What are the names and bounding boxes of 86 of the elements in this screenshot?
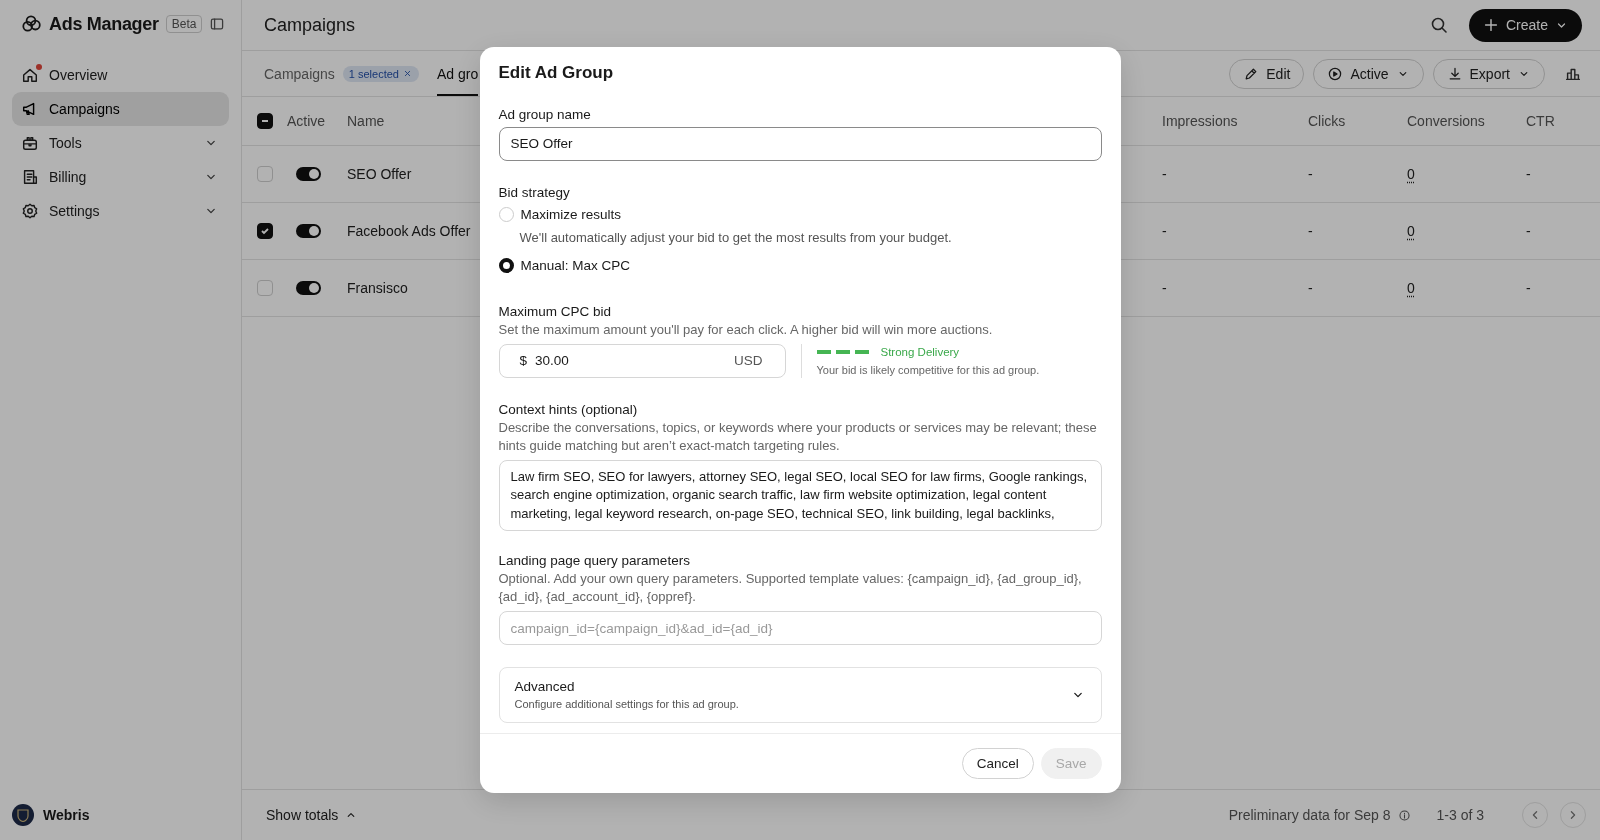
checkmark-icon: [260, 226, 270, 236]
toolbar-button[interactable]: Export: [1432, 58, 1545, 89]
name-field[interactable]: SEO Offer: [498, 126, 1102, 161]
delivery-status: Strong Delivery: [880, 345, 960, 358]
account-avatar[interactable]: [12, 804, 34, 826]
column-header[interactable]: CTR: [1526, 113, 1600, 129]
radio-label: Maximize results: [520, 207, 622, 223]
section-title: Advanced: [514, 679, 576, 695]
section-description: Configure additional settings for this ad group.: [514, 698, 740, 711]
radio-button[interactable]: [498, 258, 514, 274]
column-header[interactable]: Clicks: [1308, 113, 1407, 129]
table-cell: 0: [1407, 166, 1415, 182]
beta-badge: Beta: [165, 15, 203, 33]
sidebar-toggle-icon: [209, 16, 226, 32]
sidebar-item[interactable]: Campaigns: [12, 92, 229, 126]
cancel-button[interactable]: Cancel: [961, 748, 1034, 780]
query-parameters-field[interactable]: campaign_id={campaign_id}&ad_id={ad_id}: [498, 611, 1102, 646]
app-name: Ads Manager: [49, 13, 159, 35]
column-header[interactable]: Active: [287, 113, 347, 129]
tab[interactable]: Campaigns 1 selected: [264, 51, 419, 96]
option-description: We'll automatically adjust your bid to get the most results from your budget.: [519, 229, 953, 245]
home-icon: [21, 66, 39, 84]
radio-label: Manual: Max CPC: [520, 258, 631, 274]
create-button[interactable]: Create: [1468, 8, 1582, 42]
field-label: Ad group name: [498, 106, 592, 122]
sidebar-label: Campaigns: [49, 101, 120, 117]
toolbar-button[interactable]: Edit: [1229, 58, 1305, 89]
column-header[interactable]: Conversions: [1407, 113, 1526, 129]
table-cell: 0: [1407, 280, 1415, 296]
currency-symbol: $: [519, 353, 527, 369]
bid-field[interactable]: $ 30.00 USD: [498, 343, 786, 378]
table-cell: -: [1162, 223, 1167, 239]
sidebar-item[interactable]: Tools: [12, 126, 229, 160]
table-cell: -: [1308, 166, 1313, 182]
field-description: Set the maximum amount you'll pay for each click. A higher bid will win more auctions.: [498, 320, 994, 339]
sidebar-label: Settings: [49, 203, 100, 219]
advanced-section[interactable]: Advanced Configure additional settings for this ad group.: [498, 667, 1102, 724]
tab-label: Campaigns: [264, 65, 335, 82]
settings-icon: [21, 202, 39, 220]
sidebar-item[interactable]: Settings: [12, 194, 229, 228]
column-header[interactable]: Impressions: [1162, 113, 1308, 129]
sidebar-item[interactable]: Billing: [12, 160, 229, 194]
table-cell: -: [1526, 166, 1531, 182]
data-note: Preliminary data for Sep 8: [1228, 807, 1391, 823]
table-cell: 0: [1407, 223, 1415, 239]
info-icon: [1397, 808, 1411, 822]
sidebar-label: Overview: [49, 67, 108, 83]
table-cell: Facebook Ads Offer: [347, 223, 471, 239]
field-description: Optional. Add your own query parameters. Supported template values: {campaign_id}, {ad_group_id}, {ad_id}, {ad_account_id}, {oppref}.: [498, 570, 1083, 607]
show-totals-button[interactable]: Show totals: [266, 807, 359, 823]
table-cell: -: [1162, 166, 1167, 182]
table-cell: SEO Offer: [347, 166, 412, 182]
context-hints-field[interactable]: Law firm SEO, SEO for lawyers, attorney SEO, legal SEO, local SEO for law firms, Google rankings, search engine optimization, organic search traffic, law firm website optimization, legal content marketing, legal keyword research, on-page SEO, technical SEO, link building, legal backlinks,: [498, 459, 1102, 532]
currency-code: USD: [734, 353, 763, 369]
sidebar-label: Billing: [49, 169, 87, 185]
bid-value: 30.00: [535, 353, 570, 369]
field-description: Describe the conversations, topics, or keywords where your products or services may be relevant; these hints guide matching but aren’t exact-match targeting rules.: [498, 418, 1098, 455]
page-title: Campaigns: [264, 14, 356, 36]
toolbox-icon: [21, 134, 39, 152]
page-range: 1-3 of 3: [1436, 807, 1484, 823]
field-label: Bid strategy: [498, 184, 571, 200]
toolbar-button[interactable]: Active: [1313, 58, 1424, 89]
table-cell: Fransisco: [347, 280, 408, 296]
table-cell: -: [1308, 280, 1313, 296]
row-checkbox[interactable]: [257, 223, 273, 239]
delivery-note: Your bid is likely competitive for this ad group.: [816, 363, 1040, 376]
table-cell: -: [1308, 223, 1313, 239]
field-label: Landing page query parameters: [498, 553, 691, 569]
account-name: Webris: [43, 807, 90, 823]
active-toggle[interactable]: [296, 224, 321, 238]
active-toggle[interactable]: [296, 281, 321, 295]
table-cell: -: [1162, 280, 1167, 296]
receipt-icon: [21, 168, 39, 186]
field-label: Maximum CPC bid: [498, 303, 613, 319]
tab[interactable]: Ad gro: [437, 51, 479, 96]
table-cell: -: [1526, 280, 1531, 296]
select-all-checkbox[interactable]: [257, 113, 273, 129]
sidebar-label: Tools: [49, 135, 82, 151]
selection-badge[interactable]: 1 selected: [342, 65, 419, 82]
table-cell: -: [1526, 223, 1531, 239]
field-label: Context hints (optional): [498, 401, 639, 417]
active-toggle[interactable]: [296, 167, 321, 181]
play-icon: [1327, 65, 1344, 82]
sidebar-item[interactable]: Overview: [12, 58, 229, 92]
dialog-title: Edit Ad Group: [498, 62, 615, 83]
close-icon: [402, 68, 413, 79]
